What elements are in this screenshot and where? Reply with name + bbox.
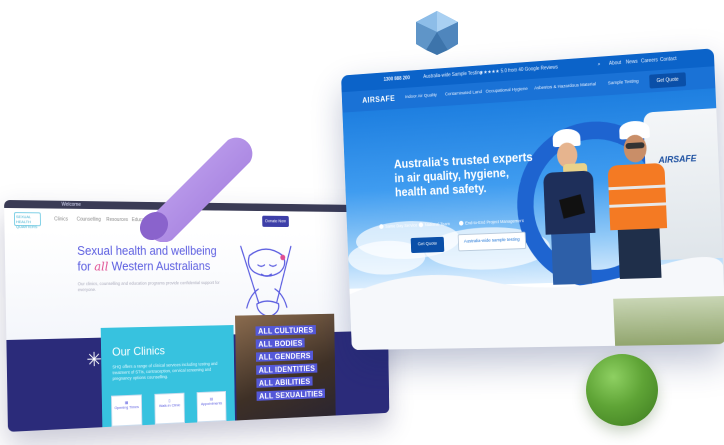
left-hero-title-all: all bbox=[94, 258, 109, 274]
all-line: ALL SEXUALITIES bbox=[256, 388, 326, 401]
reviews-text: ★★★★★ 5.0 from 40 Google Reviews bbox=[479, 64, 559, 76]
phone-number[interactable]: 1300 888 200 bbox=[384, 75, 411, 82]
left-nav-donate-button[interactable]: Donate Now bbox=[262, 215, 289, 228]
cylinder-icon bbox=[140, 137, 253, 242]
topbar-link-news[interactable]: News bbox=[626, 59, 638, 66]
asterisk-icon: ✳ bbox=[86, 349, 103, 372]
clinic-card-label: Appointments bbox=[200, 400, 223, 407]
topbar-link-about[interactable]: About bbox=[609, 60, 622, 67]
hero-get-quote-button[interactable]: Get Quote bbox=[410, 236, 445, 254]
left-logo[interactable]: SEXUAL HEALTH QUARTERS bbox=[13, 212, 41, 229]
sphere-icon bbox=[586, 354, 658, 426]
nav-occupational-hygiene[interactable]: Occupational Hygiene bbox=[486, 87, 528, 95]
left-nav-clinics[interactable]: Clinics bbox=[54, 216, 68, 222]
nav-indoor-air-quality[interactable]: Indoor Air Quality bbox=[405, 93, 437, 100]
clinic-card-walk-in[interactable]: ▯ Walk-in Clinic bbox=[154, 392, 185, 425]
nav-contaminated-land[interactable]: Contaminated Land bbox=[445, 90, 482, 97]
clinic-card-label: Walk-in Clinic bbox=[158, 402, 181, 409]
all-line: ALL ABILITIES bbox=[256, 376, 313, 388]
left-topbar-text: Welcome bbox=[61, 201, 81, 208]
inclusivity-photo-panel: ALL CULTURES ALL BODIES ALL GENDERS ALL … bbox=[235, 313, 336, 421]
clinic-card-appointments[interactable]: ▤ Appointments bbox=[196, 390, 227, 423]
worker-woman-image bbox=[534, 127, 605, 285]
left-hero-subtext: Our clinics, counselling and education p… bbox=[77, 280, 220, 293]
clinics-text: SHQ offers a range of clinical services … bbox=[112, 361, 218, 382]
all-line: ALL IDENTITIES bbox=[256, 363, 318, 375]
left-nav-resources[interactable]: Resources bbox=[106, 217, 128, 223]
left-hero-title-rest: Western Australians bbox=[111, 259, 211, 274]
left-hero-title: Sexual health and wellbeing for all West… bbox=[77, 244, 246, 274]
all-line: ALL GENDERS bbox=[255, 350, 314, 362]
airsafe-logo[interactable]: AIRSAFE bbox=[362, 94, 395, 105]
clinic-card-opening-times[interactable]: ▦ Opening Times bbox=[110, 394, 143, 427]
topbar-link-contact[interactable]: Contact bbox=[660, 56, 677, 63]
left-nav-counselling[interactable]: Counselling bbox=[77, 217, 101, 223]
all-line: ALL BODIES bbox=[255, 338, 305, 349]
left-hero-title-for: for bbox=[77, 259, 92, 274]
outdoor-photo-strip bbox=[613, 295, 724, 348]
topbar-link-careers[interactable]: Careers bbox=[641, 57, 658, 64]
crystal-icon bbox=[416, 11, 458, 55]
right-hero-title: Australia's trusted experts in air quali… bbox=[393, 150, 533, 200]
hero-sample-testing-button[interactable]: Australia-wide sample testing bbox=[457, 231, 527, 252]
clinic-card-label: Opening Times bbox=[114, 404, 139, 411]
left-hero-title-line1: Sexual health and wellbeing bbox=[77, 244, 217, 258]
nav-asbestos[interactable]: Asbestos & Hazardous Material bbox=[534, 82, 596, 91]
clinics-title: Our Clinics bbox=[111, 343, 166, 359]
search-icon[interactable]: ⌕ bbox=[598, 62, 601, 68]
airsafe-website-mockup: 1300 888 200 Australia-wide Sample Testi… bbox=[341, 48, 724, 351]
accreditation-text: Australia-wide Sample Testing bbox=[423, 70, 483, 80]
all-line: ALL CULTURES bbox=[255, 325, 316, 336]
clinics-panel: Our Clinics SHQ offers a range of clinic… bbox=[100, 325, 235, 428]
worker-man-image bbox=[600, 119, 675, 279]
nav-sample-testing[interactable]: Sample Testing bbox=[608, 79, 639, 86]
nav-get-quote-button[interactable]: Get Quote bbox=[649, 72, 687, 89]
